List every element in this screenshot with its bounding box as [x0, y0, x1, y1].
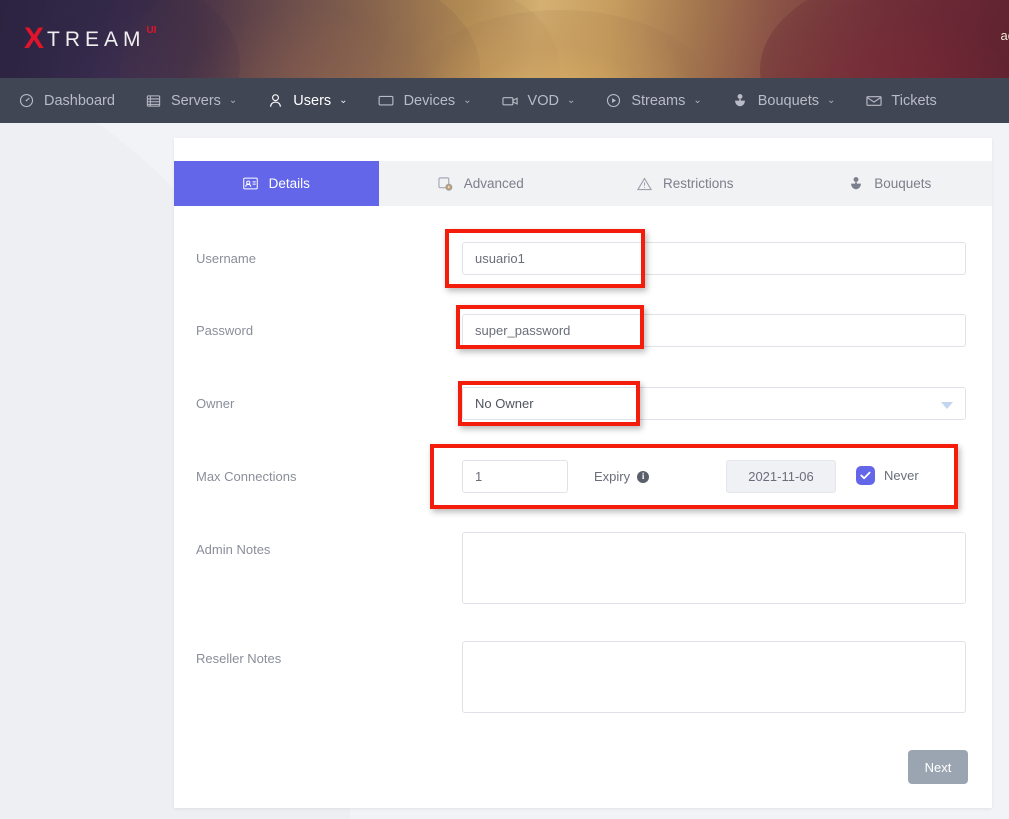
tab-restrictions[interactable]: Restrictions: [583, 161, 788, 206]
header-glow-right: [760, 0, 1009, 78]
reseller-notes-textarea[interactable]: [462, 641, 966, 713]
owner-select-value: No Owner: [475, 396, 534, 411]
envelope-icon: [865, 92, 882, 109]
field-row-owner: Owner No Owner: [174, 387, 992, 433]
play-icon: [605, 92, 622, 109]
label-owner: Owner: [196, 396, 234, 411]
bouquet-icon: [848, 176, 864, 192]
label-password: Password: [196, 323, 253, 338]
nav-label-servers: Servers: [171, 93, 221, 109]
never-label: Never: [884, 468, 919, 483]
chevron-down-icon: ⌄: [827, 96, 835, 106]
expiry-label: Expiry: [594, 469, 630, 484]
admin-notes-textarea[interactable]: [462, 532, 966, 604]
nav-item-dashboard[interactable]: Dashboard: [18, 92, 115, 109]
nav-label-dashboard: Dashboard: [44, 93, 115, 109]
label-admin-notes: Admin Notes: [196, 542, 270, 557]
chevron-down-icon: ⌄: [339, 96, 347, 106]
field-row-password: Password: [174, 314, 992, 360]
header-account-label[interactable]: ad: [1001, 28, 1009, 43]
warning-icon: [637, 176, 653, 192]
tab-label-advanced: Advanced: [464, 176, 524, 191]
chevron-down-icon: ⌄: [693, 96, 701, 106]
header-banner: X TREAM UI ad: [0, 0, 1009, 78]
next-button[interactable]: Next: [908, 750, 968, 784]
owner-select[interactable]: No Owner: [462, 387, 966, 420]
dashboard-icon: [18, 92, 35, 109]
chevron-down-icon: ⌄: [567, 96, 575, 106]
password-input[interactable]: [462, 314, 966, 347]
nav-item-vod[interactable]: VOD ⌄: [502, 92, 576, 109]
expiry-label-group: Expiry i: [594, 469, 649, 484]
device-icon: [378, 92, 395, 109]
nav-label-devices: Devices: [404, 93, 456, 109]
tab-label-bouquets: Bouquets: [874, 176, 931, 191]
bouquet-icon: [732, 92, 749, 109]
nav-item-tickets[interactable]: Tickets: [865, 92, 936, 109]
app-logo[interactable]: X TREAM UI: [24, 24, 157, 54]
label-reseller-notes: Reseller Notes: [196, 651, 281, 666]
sliders-icon: [438, 176, 454, 192]
label-max-connections: Max Connections: [196, 469, 296, 484]
logo-superscript: UI: [147, 25, 157, 36]
nav-label-tickets: Tickets: [891, 93, 936, 109]
nav-item-devices[interactable]: Devices ⌄: [378, 92, 472, 109]
nav-label-vod: VOD: [528, 93, 559, 109]
tab-label-restrictions: Restrictions: [663, 176, 734, 191]
never-checkbox-group[interactable]: Never: [856, 466, 919, 485]
logo-x-mark: X: [24, 24, 44, 54]
nav-item-streams[interactable]: Streams ⌄: [605, 92, 701, 109]
max-connections-input[interactable]: [462, 460, 568, 493]
nav-item-bouquets[interactable]: Bouquets ⌄: [732, 92, 836, 109]
chevron-down-icon: ⌄: [229, 96, 237, 106]
field-row-username: Username: [174, 242, 992, 288]
server-icon: [145, 92, 162, 109]
nav-label-streams: Streams: [631, 93, 685, 109]
username-input[interactable]: [462, 242, 966, 275]
expiry-date-field[interactable]: 2021-11-06: [726, 460, 836, 493]
field-row-admin-notes: Admin Notes: [174, 532, 992, 620]
chevron-down-icon: ⌄: [463, 96, 471, 106]
video-icon: [502, 92, 519, 109]
field-row-reseller-notes: Reseller Notes: [174, 641, 992, 729]
form-tabs: Details Advanced Restrictions: [174, 161, 992, 206]
tab-bouquets[interactable]: Bouquets: [788, 161, 993, 206]
info-icon[interactable]: i: [637, 471, 649, 483]
nav-item-users[interactable]: Users ⌄: [267, 92, 347, 109]
field-row-max-connections: Max Connections Expiry i 2021-11-06 Neve…: [174, 460, 992, 506]
label-username: Username: [196, 251, 256, 266]
main-navbar: Dashboard Servers ⌄ Users ⌄ Devices ⌄: [0, 78, 1009, 123]
user-icon: [267, 92, 284, 109]
chevron-down-icon: [941, 402, 953, 409]
logo-wordmark: TREAM: [47, 29, 146, 50]
tab-advanced[interactable]: Advanced: [379, 161, 584, 206]
id-card-icon: [243, 176, 259, 192]
nav-label-users: Users: [293, 93, 331, 109]
nav-label-bouquets: Bouquets: [758, 93, 819, 109]
never-checkbox[interactable]: [856, 466, 875, 485]
tab-label-details: Details: [269, 176, 310, 191]
tab-details[interactable]: Details: [174, 161, 379, 206]
nav-item-servers[interactable]: Servers ⌄: [145, 92, 237, 109]
